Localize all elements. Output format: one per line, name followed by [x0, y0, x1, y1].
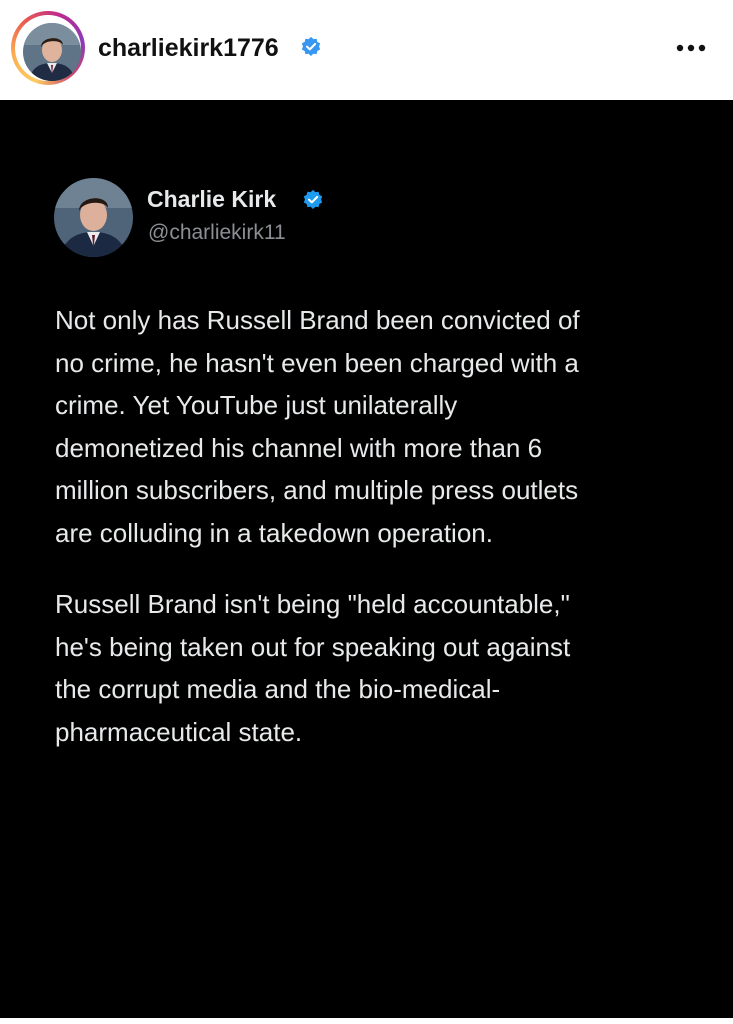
tweet-handle: @charliekirk11 [148, 221, 286, 244]
tweet-verified-badge-icon [303, 189, 323, 209]
tweet-line: Russell Brand isn't being "held accounta… [55, 589, 570, 619]
tweet-display-name: Charlie Kirk [147, 186, 277, 212]
avatar-photo [23, 23, 81, 81]
tweet-line: crime. Yet YouTube just unilaterally [55, 390, 458, 420]
verified-badge-icon [301, 36, 321, 56]
tweet-line: pharmaceutical state. [55, 716, 303, 747]
tweet-avatar [54, 178, 133, 257]
story-ring[interactable] [11, 11, 85, 85]
tweet-line: demonetized his channel with more than 6 [55, 432, 543, 463]
tweet-line: he's being taken out for speaking out ag… [55, 631, 571, 662]
username[interactable]: charliekirk1776 [98, 33, 279, 63]
tweet-line: Not only has Russell Brand been convicte… [55, 305, 580, 335]
more-options-icon[interactable] [672, 40, 710, 56]
tweet-paragraph-2: Russell Brand isn't being "held accounta… [55, 583, 695, 753]
tweet-paragraph-1: Not only has Russell Brand been convicte… [55, 299, 695, 554]
tweet-line: million subscribers, and multiple press … [55, 475, 579, 505]
tweet-line: the corrupt media and the bio-medical- [55, 674, 501, 704]
tweet-line: are colluding in a takedown operation. [55, 517, 493, 548]
tweet-line: no crime, he hasn't even been charged wi… [55, 347, 579, 378]
post-header: charliekirk1776 [0, 0, 733, 100]
tweet-avatar-photo [54, 178, 133, 257]
avatar[interactable] [23, 23, 81, 81]
post-bottom-divider [0, 1018, 733, 1024]
